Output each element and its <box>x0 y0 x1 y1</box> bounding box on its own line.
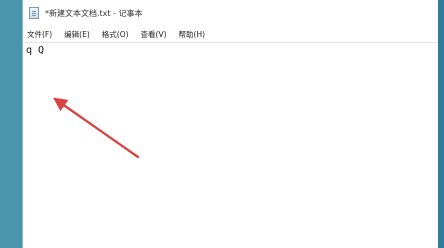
red-arrow-icon <box>53 97 140 159</box>
title-bar[interactable]: *新建文本文档.txt - 记事本 <box>23 0 438 26</box>
menu-view[interactable]: 查看(V) <box>141 29 167 40</box>
menu-format[interactable]: 格式(O) <box>102 29 129 40</box>
desktop-background-right <box>438 0 444 248</box>
menu-edit[interactable]: 编辑(E) <box>64 29 90 40</box>
menu-bar: 文件(F) 编辑(E) 格式(O) 查看(V) 帮助(H) <box>23 26 438 43</box>
menu-file[interactable]: 文件(F) <box>27 29 52 40</box>
notepad-icon <box>29 7 39 19</box>
menu-help[interactable]: 帮助(H) <box>179 29 206 40</box>
desktop-background-left <box>0 0 22 248</box>
window-title: *新建文本文档.txt - 记事本 <box>45 8 143 18</box>
text-editor[interactable]: q Q <box>23 43 438 248</box>
editor-content[interactable]: q Q <box>26 45 438 57</box>
notepad-window[interactable]: *新建文本文档.txt - 记事本 文件(F) 编辑(E) 格式(O) 查看(V… <box>22 0 438 248</box>
